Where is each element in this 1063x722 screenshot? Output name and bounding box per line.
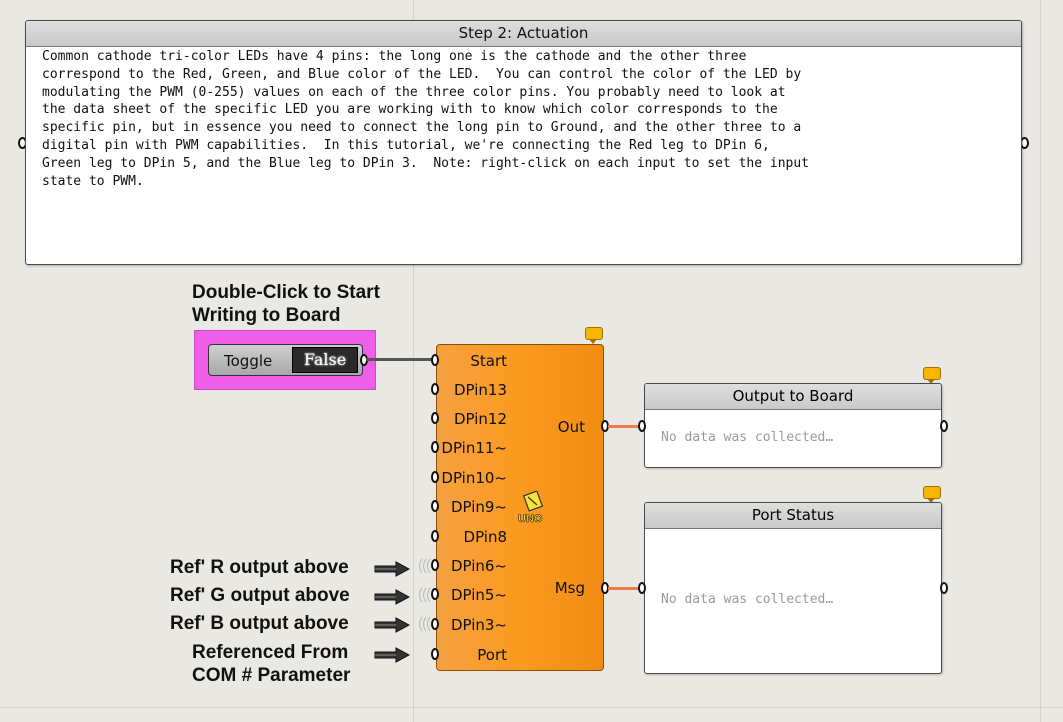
panel-text: Common cathode tri-color LEDs have 4 pin…	[26, 48, 1021, 190]
grip-dpin10[interactable]	[431, 471, 439, 483]
output-out[interactable]: Out	[558, 418, 585, 436]
arduino-uno-icon: UNO	[518, 491, 543, 525]
arrow-right-icon	[374, 561, 410, 577]
input-port[interactable]: Port	[477, 646, 507, 664]
input-dpin3[interactable]: DPin3~	[451, 616, 507, 634]
toggle-value-button[interactable]: False	[292, 347, 358, 373]
output-to-board-panel[interactable]: Output to Board No data was collected…	[644, 383, 942, 468]
panel-line: modulating the PWM (0-255) values on eac…	[42, 84, 786, 100]
grip-dpin6[interactable]	[431, 559, 439, 571]
panel-line: specific pin, but in essence you need to…	[42, 120, 802, 136]
grip-dpin3[interactable]	[431, 618, 439, 630]
canvas-grid-line	[0, 707, 1063, 708]
ref-r-label: Ref' R output above	[170, 557, 349, 578]
panel-line: correspond to the Red, Green, and Blue c…	[42, 66, 802, 82]
toggle-wire	[366, 358, 438, 361]
toggle-component[interactable]: Toggle False	[208, 344, 363, 376]
status-message-bubble-icon[interactable]	[923, 486, 941, 503]
input-dpin12[interactable]: DPin12	[454, 410, 507, 428]
input-dpin13[interactable]: DPin13	[454, 381, 507, 399]
panel-title: Step 2: Actuation	[26, 21, 1021, 47]
input-dpin5[interactable]: DPin5~	[451, 586, 507, 604]
grip-dpin12[interactable]	[431, 412, 439, 424]
output-panel-output-grip[interactable]	[940, 420, 948, 432]
output-panel-input-grip[interactable]	[638, 420, 646, 432]
output-message-bubble-icon[interactable]	[923, 367, 941, 384]
output-panel-title: Output to Board	[645, 384, 941, 410]
grip-dpin13[interactable]	[431, 383, 439, 395]
arrow-right-icon	[374, 589, 410, 605]
grip-port[interactable]	[431, 648, 439, 660]
panel-line: Green leg to DPin 5, and the Blue leg to…	[42, 155, 810, 171]
ref-b-label: Ref' B output above	[170, 613, 349, 634]
input-dpin9[interactable]: DPin9~	[451, 498, 507, 516]
com-label-line1: Referenced From	[192, 642, 349, 663]
grip-dpin11[interactable]	[431, 441, 439, 453]
grip-dpin9[interactable]	[431, 500, 439, 512]
arrow-right-icon	[374, 617, 410, 633]
port-status-panel[interactable]: Port Status No data was collected…	[644, 502, 942, 674]
grip-dpin8[interactable]	[431, 530, 439, 542]
com-label-line2: COM # Parameter	[192, 665, 351, 686]
status-panel-title: Port Status	[645, 503, 941, 529]
panel-line: digital pin with PWM capabilities. In th…	[42, 137, 770, 153]
toggle-label: Toggle	[224, 352, 273, 370]
panel-line: state to PWM.	[42, 173, 144, 189]
ref-g-label: Ref' G output above	[170, 585, 350, 606]
uno-logo-text: UNO	[518, 513, 543, 525]
input-dpin8[interactable]: DPin8	[464, 528, 507, 546]
uno-write-component[interactable]: Start DPin13 DPin12 DPin11~ DPin10~ DPin…	[436, 344, 604, 671]
status-panel-output-grip[interactable]	[940, 582, 948, 594]
actuation-panel[interactable]: Step 2: Actuation Common cathode tri-col…	[25, 20, 1022, 265]
output-msg[interactable]: Msg	[555, 579, 585, 597]
start-instruction-label: Double-Click to Start Writing to Board	[192, 281, 380, 327]
start-label-line2: Writing to Board	[192, 305, 341, 326]
input-dpin10[interactable]: DPin10~	[441, 469, 507, 487]
start-label-line1: Double-Click to Start	[192, 282, 380, 303]
arrow-right-icon	[374, 647, 410, 663]
status-panel-body: No data was collected…	[661, 592, 834, 607]
uno-message-bubble-icon[interactable]	[585, 327, 603, 344]
grip-dpin5[interactable]	[431, 588, 439, 600]
grip-start[interactable]	[431, 354, 439, 366]
canvas-grid-line	[1040, 0, 1041, 722]
input-dpin11[interactable]: DPin11~	[441, 439, 507, 457]
input-dpin6[interactable]: DPin6~	[451, 557, 507, 575]
output-panel-body: No data was collected…	[661, 430, 834, 445]
panel-line: the data sheet of the specific LED you a…	[42, 102, 778, 118]
panel-line: Common cathode tri-color LEDs have 4 pin…	[42, 49, 747, 64]
input-start[interactable]: Start	[470, 352, 507, 370]
remote-wire-icons	[418, 558, 431, 632]
status-panel-input-grip[interactable]	[638, 582, 646, 594]
com-reference-label: Referenced From COM # Parameter	[192, 641, 350, 687]
